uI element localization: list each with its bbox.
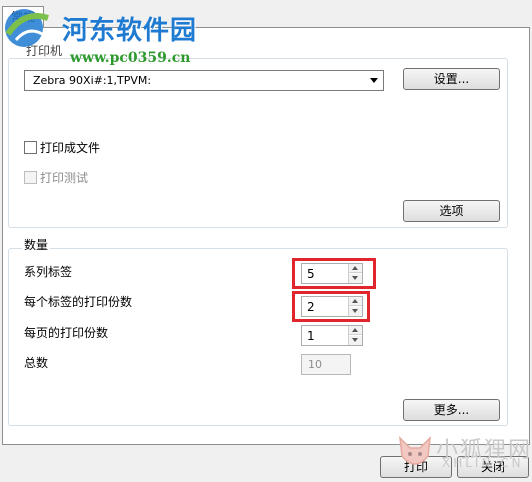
- printer-select[interactable]: Zebra 90Xi#:1,TPVM:: [24, 70, 384, 91]
- red-highlight-box: [292, 291, 370, 322]
- copies-per-label-label: 每个标签的打印份数: [24, 295, 133, 309]
- print-dialog: 常规 河东软件园 www.pc0359.cn 打印机 Zebra 90Xi#:1…: [0, 0, 532, 482]
- stepper-buttons: [348, 326, 362, 345]
- red-highlight-box: [292, 258, 376, 289]
- print-test-label: 打印测试: [40, 171, 89, 185]
- watermark-title: 河东软件园: [62, 16, 198, 46]
- stepper-down-button[interactable]: [349, 336, 362, 345]
- print-to-file-label: 打印成文件: [40, 141, 101, 155]
- checkbox-icon: [24, 171, 37, 184]
- arrow-down-icon: [352, 338, 358, 342]
- chevron-down-icon: [370, 78, 378, 83]
- checkbox-icon[interactable]: [24, 141, 37, 154]
- series-labels-label: 系列标签: [24, 265, 73, 279]
- watermark-url: www.pc0359.cn: [70, 50, 191, 66]
- quantity-group-legend: 数量: [22, 238, 51, 252]
- copies-per-page-label: 每页的打印份数: [24, 326, 109, 340]
- options-button[interactable]: 选项: [403, 200, 500, 222]
- stepper-up-button[interactable]: [349, 326, 362, 335]
- total-field: 10: [301, 354, 351, 375]
- total-value: 10: [308, 358, 322, 371]
- arrow-up-icon: [352, 328, 358, 332]
- copies-per-page-stepper[interactable]: 1: [301, 325, 363, 346]
- settings-button[interactable]: 设置...: [403, 68, 500, 90]
- copies-per-page-value: 1: [307, 329, 315, 343]
- fox-logo-icon: [399, 435, 431, 465]
- print-test-checkbox: 打印测试: [24, 170, 88, 186]
- watermark-logo-icon: [5, 9, 49, 47]
- total-label: 总数: [24, 356, 49, 370]
- print-to-file-checkbox[interactable]: 打印成文件: [24, 140, 100, 156]
- watermark-bottom-subtitle: XHLIN.CN: [442, 456, 524, 470]
- more-button[interactable]: 更多...: [403, 399, 500, 421]
- printer-select-value: Zebra 90Xi#:1,TPVM:: [33, 74, 152, 87]
